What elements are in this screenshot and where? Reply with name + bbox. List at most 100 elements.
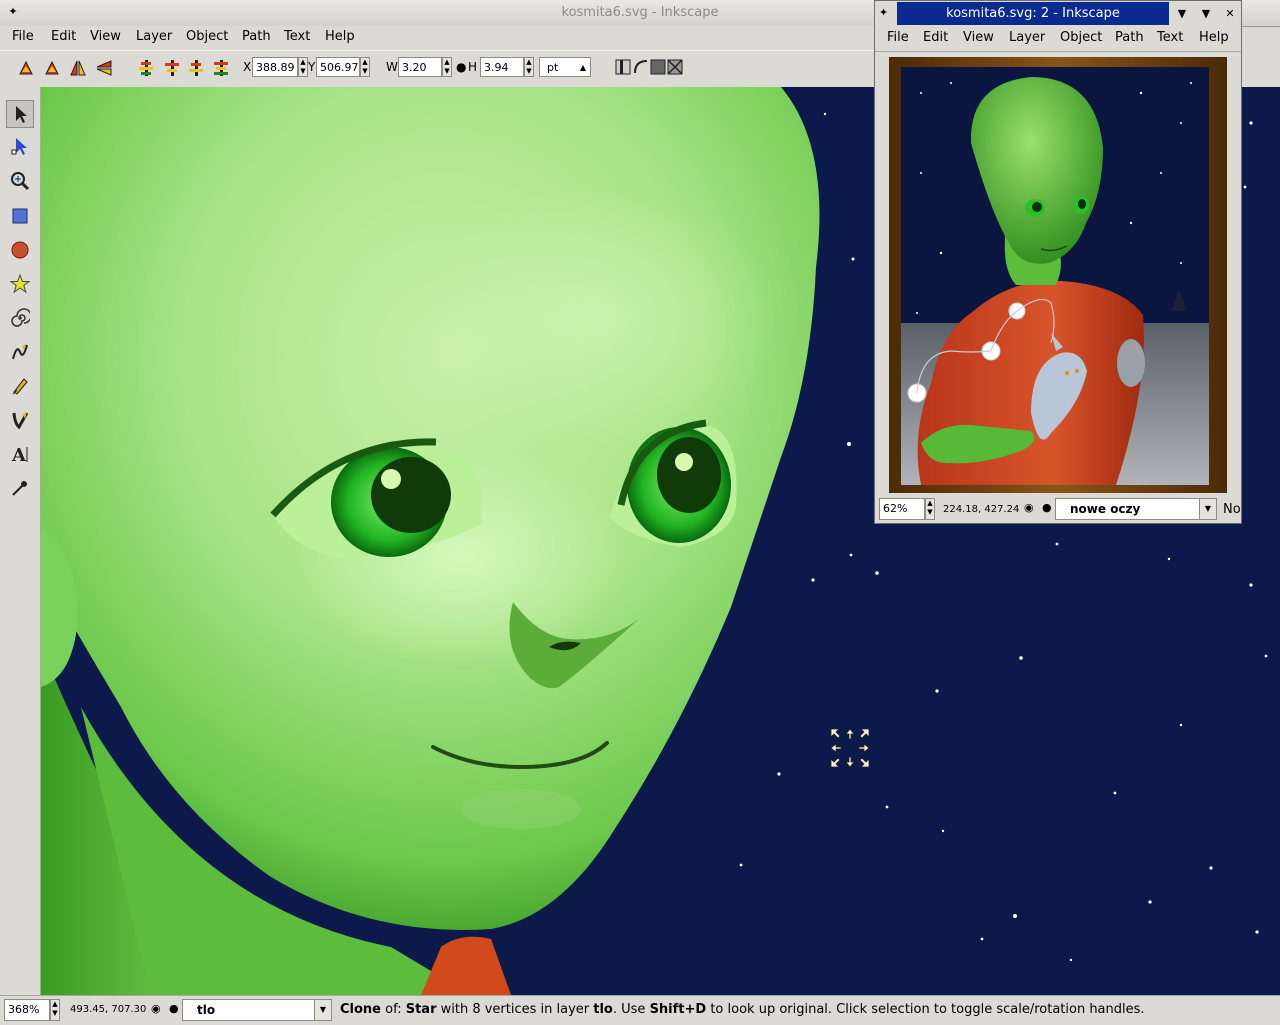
y-field[interactable]: 506.97 — [316, 57, 360, 77]
zoom-field[interactable]: 62% — [879, 498, 925, 520]
text-tool[interactable]: A — [6, 440, 34, 468]
rectangle-icon — [12, 208, 28, 224]
calligraphy-tool[interactable] — [6, 406, 34, 434]
status-message-part: with 8 vertices in layer — [436, 1002, 594, 1017]
minimize-icon[interactable]: ▼ — [1197, 5, 1215, 23]
w-field[interactable]: 3.20 — [398, 57, 442, 77]
menu-view[interactable]: View — [90, 29, 121, 44]
transform-pattern-icon — [667, 59, 683, 75]
h-label: H — [468, 60, 478, 74]
rotate-ccw-button[interactable] — [16, 57, 36, 79]
pen-tool[interactable] — [6, 372, 34, 400]
raise-to-top-icon — [139, 60, 153, 76]
eye-icon[interactable]: ◉ — [151, 1002, 161, 1015]
close-icon[interactable]: ✕ — [1221, 5, 1239, 23]
status-message-part: to look up original. Click selection to … — [706, 1002, 1145, 1017]
second-menu-bar: File Edit View Layer Object Path Text He… — [875, 27, 1241, 52]
lock-icon[interactable]: ● — [169, 1002, 179, 1015]
unit-select[interactable]: pt ▲ — [539, 57, 591, 77]
dropper-tool[interactable] — [6, 474, 34, 502]
menu-view[interactable]: View — [963, 30, 994, 45]
chevron-down-icon[interactable]: ▼ — [1199, 499, 1216, 519]
pencil-icon — [12, 344, 28, 360]
menu-path[interactable]: Path — [242, 29, 271, 44]
toolbox: A — [0, 87, 41, 995]
node-edit-icon — [11, 138, 27, 155]
pencil-tool[interactable] — [6, 338, 34, 366]
rotate-cw-icon — [45, 60, 59, 75]
zoom-spin-arrows[interactable]: ▲ ▼ — [50, 999, 60, 1021]
menu-help[interactable]: Help — [1199, 30, 1229, 45]
second-window: ✦ kosmita6.svg: 2 - Inkscape ▼ ▼ ✕ File … — [874, 0, 1242, 524]
status-message-part: Clone — [340, 1002, 381, 1017]
node-tool[interactable] — [6, 132, 34, 160]
arrow-pointer-icon — [16, 106, 27, 123]
lower-button[interactable] — [186, 57, 206, 79]
star-tool[interactable] — [6, 270, 34, 298]
lower-icon — [189, 60, 203, 76]
status-message-part: of: — [381, 1002, 406, 1017]
h-spin-arrows[interactable]: ▲ ▼ — [524, 57, 534, 77]
rectangle-tool[interactable] — [6, 202, 34, 230]
menu-arrow-icon[interactable]: ▼ — [1173, 5, 1191, 23]
layer-select[interactable]: nowe oczy ▼ — [1055, 498, 1217, 520]
lower-to-bottom-icon — [214, 60, 228, 76]
y-spin-arrows[interactable]: ▲ ▼ — [360, 57, 370, 77]
h-field[interactable]: 3.94 — [480, 57, 524, 77]
lock-icon[interactable]: ● — [456, 60, 466, 74]
zoom-spin-arrows[interactable]: ▲ ▼ — [925, 498, 935, 520]
zoom-field[interactable]: 368% — [4, 999, 50, 1021]
svg-text:A: A — [11, 445, 27, 464]
main-menu-bar: File Edit View Layer Object Path Text He… — [0, 26, 875, 50]
spiral-icon — [11, 308, 30, 327]
flip-horizontal-button[interactable] — [68, 57, 88, 79]
spiral-tool[interactable] — [6, 304, 34, 332]
chevron-down-icon[interactable]: ▼ — [314, 1000, 331, 1020]
flip-vertical-button[interactable] — [94, 57, 114, 79]
pin-icon[interactable]: ✦ — [879, 6, 888, 19]
selection-handles-icon[interactable] — [829, 727, 871, 769]
menu-path[interactable]: Path — [1115, 30, 1144, 45]
w-label: W — [386, 60, 398, 74]
menu-object[interactable]: Object — [1060, 30, 1102, 45]
menu-text[interactable]: Text — [1157, 30, 1183, 45]
transform-pattern-button[interactable] — [665, 57, 685, 79]
status-message-part: . Use — [612, 1002, 650, 1017]
main-status-bar: 368% ▲ ▼ 493.45, 707.30 ◉ ● tlo ▼ Clone o… — [0, 995, 1280, 1025]
menu-text[interactable]: Text — [284, 29, 310, 44]
menu-file[interactable]: File — [887, 30, 909, 45]
raise-button[interactable] — [162, 57, 182, 79]
menu-object[interactable]: Object — [186, 29, 228, 44]
transform-stroke-button[interactable] — [613, 57, 633, 79]
eye-icon[interactable]: ◉ — [1024, 501, 1034, 514]
menu-help[interactable]: Help — [325, 29, 355, 44]
rotate-cw-button[interactable] — [42, 57, 62, 79]
rotate-ccw-icon — [19, 60, 33, 75]
selector-tool[interactable] — [6, 100, 34, 128]
w-spin-arrows[interactable]: ▲ ▼ — [442, 57, 452, 77]
menu-layer[interactable]: Layer — [1009, 30, 1045, 45]
menu-edit[interactable]: Edit — [923, 30, 948, 45]
zoom-tool[interactable] — [6, 167, 34, 195]
lower-to-bottom-button[interactable] — [211, 57, 231, 79]
cursor-coordinates: 493.45, 707.30 — [70, 1004, 147, 1015]
ellipse-tool[interactable] — [6, 236, 34, 264]
pen-icon — [12, 378, 28, 395]
lock-icon[interactable]: ● — [1042, 501, 1052, 514]
menu-file[interactable]: File — [12, 29, 34, 44]
x-field[interactable]: 388.89 — [252, 57, 298, 77]
star-icon — [10, 274, 30, 294]
x-label: X — [243, 60, 252, 74]
layer-select[interactable]: tlo ▼ — [182, 999, 332, 1021]
x-spin-arrows[interactable]: ▲ ▼ — [298, 57, 308, 77]
second-status-bar: 62% ▲ ▼ 224.18, 427.24 ◉ ● nowe oczy ▼ No — [875, 497, 1241, 523]
menu-layer[interactable]: Layer — [136, 29, 172, 44]
flip-horizontal-icon — [70, 60, 86, 76]
truncated-status-text: No — [1223, 502, 1241, 517]
raise-to-top-button[interactable] — [136, 57, 156, 79]
menu-edit[interactable]: Edit — [51, 29, 76, 44]
second-window-title[interactable]: kosmita6.svg: 2 - Inkscape — [897, 2, 1169, 25]
second-canvas[interactable] — [881, 53, 1235, 497]
status-message-part: Star — [405, 1002, 437, 1017]
calligraphy-icon — [12, 412, 29, 430]
